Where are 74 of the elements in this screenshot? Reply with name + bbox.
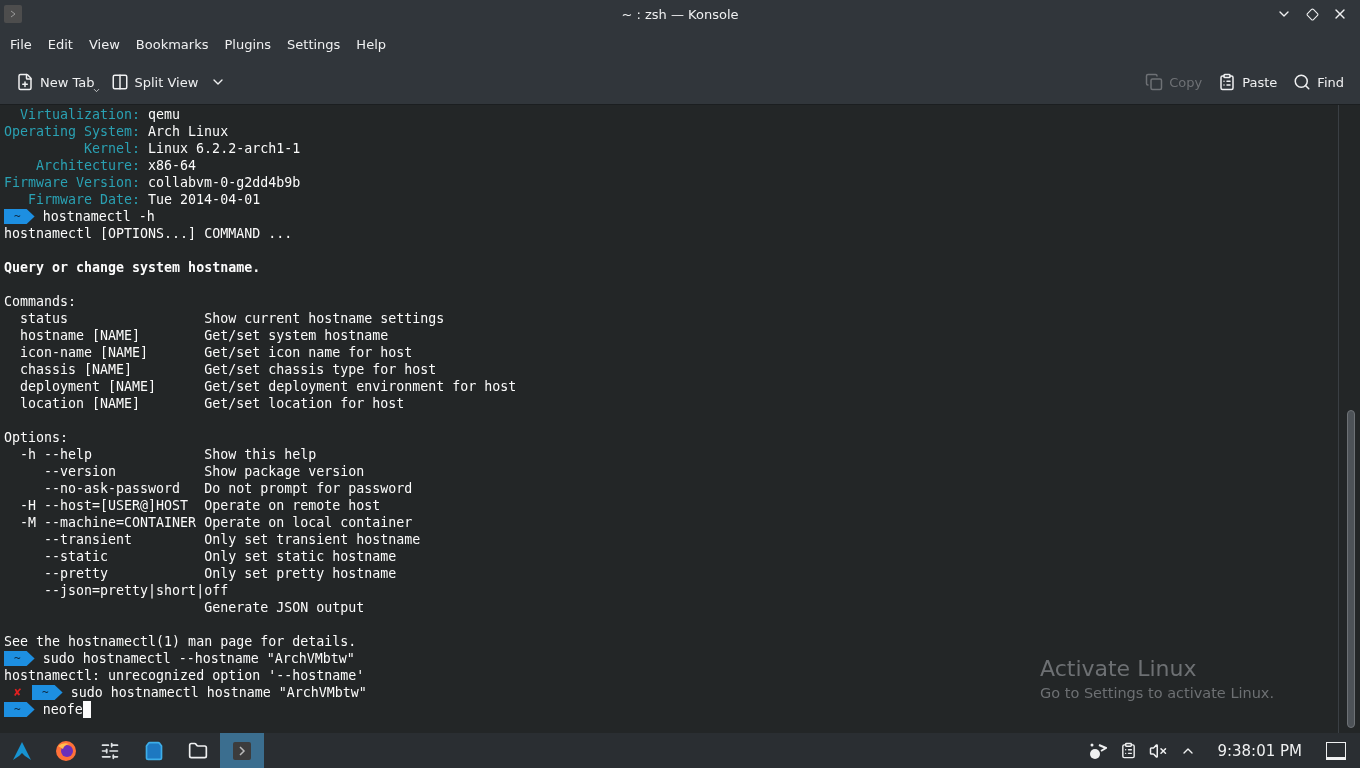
command-text: neofe bbox=[42, 701, 83, 718]
activation-message: Go to Settings to activate Linux. bbox=[1040, 685, 1275, 701]
app-icon bbox=[4, 5, 22, 23]
field-label: Kernel: bbox=[83, 140, 141, 157]
menu-item[interactable]: File bbox=[2, 36, 40, 52]
field-value: collabvm-0-g2dd4b9b bbox=[148, 174, 301, 191]
output-line: chassis [NAME] Get/set chassis type for host bbox=[19, 361, 437, 378]
prompt-segment: ~ bbox=[4, 702, 35, 717]
output-line: location [NAME] Get/set location for host bbox=[19, 395, 405, 412]
command-text: hostnamectl -h bbox=[42, 208, 155, 225]
output-line: -H --host=[USER@]HOST Operate on remote host bbox=[19, 497, 381, 514]
browser-icon bbox=[55, 739, 77, 762]
toolbar-button[interactable]: Split View bbox=[102, 69, 235, 95]
window-title: ~ : zsh — Konsole bbox=[621, 6, 739, 22]
toolbar-button[interactable]: Paste bbox=[1210, 69, 1286, 95]
menu-item[interactable]: Settings bbox=[279, 36, 349, 52]
output-line: --json=pretty|short|off bbox=[43, 582, 229, 599]
output-line: Commands: bbox=[4, 293, 77, 310]
field-label: Firmware Version: bbox=[4, 174, 141, 191]
caret-icon bbox=[91, 86, 101, 95]
output-line: status Show current hostname settings bbox=[19, 310, 445, 327]
search-icon bbox=[1293, 73, 1312, 91]
terminal-icon bbox=[232, 740, 252, 761]
prompt-segment: ~ bbox=[4, 651, 35, 666]
command-text: sudo hostnamectl --hostname "ArchVMbtw" bbox=[42, 650, 355, 667]
output-line: Generate JSON output bbox=[203, 599, 365, 616]
text-cursor bbox=[82, 701, 91, 718]
new-tab-icon bbox=[16, 73, 34, 91]
output-line: hostnamectl: unrecognized option '--hostname' bbox=[4, 667, 365, 684]
menu-item[interactable]: Bookmarks bbox=[127, 36, 217, 52]
field-value: Linux 6.2.2-arch1-1 bbox=[148, 140, 301, 157]
output-line: --pretty Only set pretty hostname bbox=[43, 565, 397, 582]
menu-item[interactable]: Edit bbox=[39, 36, 81, 52]
columns-icon bbox=[110, 73, 129, 91]
output-line: -M --machine=CONTAINER Operate on local container bbox=[19, 514, 413, 531]
toolbar-button[interactable]: Find bbox=[1285, 69, 1352, 95]
output-line: --no-ask-password Do not prompt for password bbox=[43, 480, 413, 497]
muted-speaker-icon bbox=[1149, 741, 1168, 760]
folder-icon bbox=[188, 740, 208, 761]
output-line: --transient Only set transient hostname bbox=[43, 531, 421, 548]
launcher-icon bbox=[12, 740, 32, 761]
clock[interactable]: 9:38:01 PM bbox=[1217, 741, 1302, 760]
output-line: hostname [NAME] Get/set system hostname bbox=[19, 327, 389, 344]
field-value: Arch Linux bbox=[148, 123, 229, 140]
output-line: --static Only set static hostname bbox=[43, 548, 397, 565]
activation-title: Activate Linux bbox=[1040, 656, 1198, 681]
field-value: qemu bbox=[148, 106, 181, 123]
field-label: Virtualization: bbox=[19, 106, 141, 123]
show-desktop-button[interactable] bbox=[1326, 741, 1346, 760]
output-line: hostnamectl [OPTIONS...] COMMAND ... bbox=[4, 225, 293, 242]
output-line: deployment [NAME] Get/set deployment environment for host bbox=[19, 378, 517, 395]
diamond-icon bbox=[1305, 7, 1319, 21]
clipboard-icon bbox=[1119, 742, 1137, 759]
field-label: Operating System: bbox=[4, 123, 141, 140]
prompt-segment: ~ bbox=[4, 209, 35, 224]
clipboard-icon bbox=[1218, 73, 1237, 91]
output-line: Query or change system hostname. bbox=[4, 259, 261, 276]
field-value: x86-64 bbox=[148, 157, 197, 174]
field-label: Architecture: bbox=[35, 157, 141, 174]
toolbar-button[interactable]: New Tab bbox=[8, 69, 103, 95]
menu-item[interactable]: Help bbox=[348, 36, 394, 52]
output-line: --version Show package version bbox=[43, 463, 365, 480]
field-label: Firmware Date: bbox=[27, 191, 141, 208]
output-line: Options: bbox=[4, 429, 69, 446]
output-line: icon-name [NAME] Get/set icon name for host bbox=[19, 344, 413, 361]
menu-item[interactable]: Plugins bbox=[216, 36, 280, 52]
menu-item[interactable]: View bbox=[80, 36, 128, 52]
copy-icon bbox=[1145, 73, 1164, 91]
output-line: See the hostnamectl(1) man page for details. bbox=[4, 633, 357, 650]
command-text: sudo hostnamectl hostname "ArchVMbtw" bbox=[70, 684, 367, 701]
field-value: Tue 2014-04-01 bbox=[148, 191, 261, 208]
output-line: -h --help Show this help bbox=[19, 446, 317, 463]
prompt-segment: ~ bbox=[32, 685, 63, 700]
sliders-icon bbox=[100, 740, 120, 761]
